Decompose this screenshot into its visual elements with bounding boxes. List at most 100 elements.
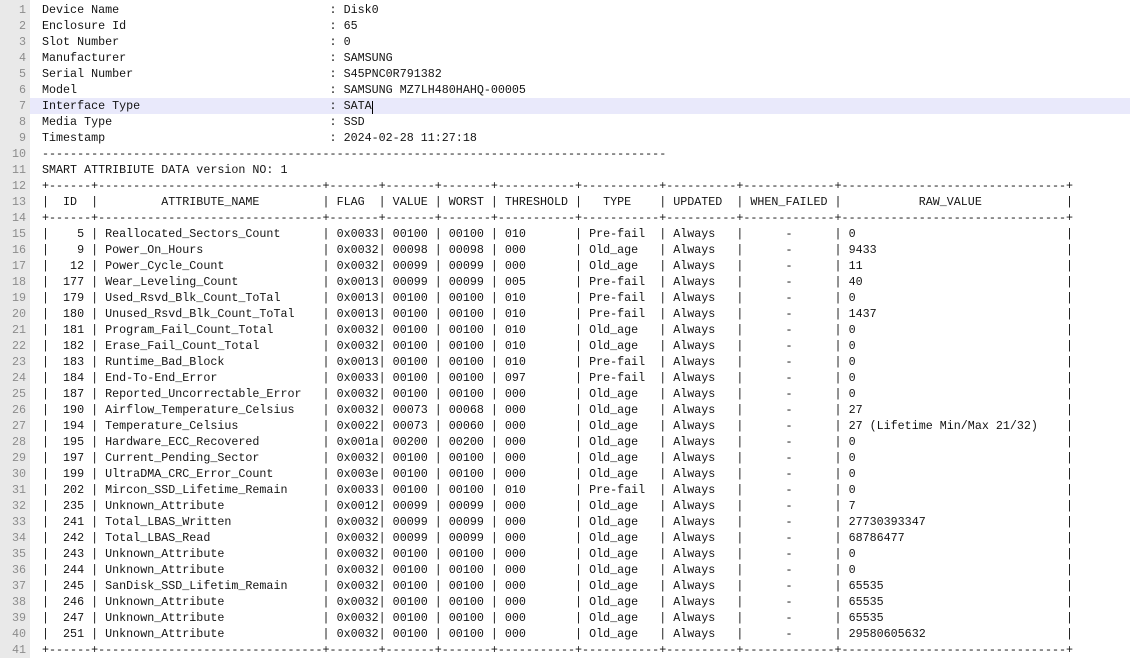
- line-text[interactable]: +------+--------------------------------…: [30, 178, 1130, 194]
- editor-text-area[interactable]: 1Device Name : Disk02Enclosure Id : 653S…: [0, 2, 1130, 658]
- code-line[interactable]: 14+------+------------------------------…: [0, 210, 1130, 226]
- line-number: 4: [0, 50, 30, 66]
- line-number: 15: [0, 226, 30, 242]
- code-line[interactable]: 8Media Type : SSD: [0, 114, 1130, 130]
- line-text[interactable]: | 243 | Unknown_Attribute | 0x0032| 0010…: [30, 546, 1130, 562]
- line-text[interactable]: | 9 | Power_On_Hours | 0x0032| 00098 | 0…: [30, 242, 1130, 258]
- code-line[interactable]: 27| 194 | Temperature_Celsius | 0x0022| …: [0, 418, 1130, 434]
- text-caret: [372, 101, 373, 114]
- code-line[interactable]: 3Slot Number : 0: [0, 34, 1130, 50]
- line-text[interactable]: | 187 | Reported_Uncorrectable_Error | 0…: [30, 386, 1130, 402]
- line-text[interactable]: | 197 | Current_Pending_Sector | 0x0032|…: [30, 450, 1130, 466]
- code-line[interactable]: 4Manufacturer : SAMSUNG: [0, 50, 1130, 66]
- line-text[interactable]: | 195 | Hardware_ECC_Recovered | 0x001a|…: [30, 434, 1130, 450]
- line-number: 35: [0, 546, 30, 562]
- line-number: 27: [0, 418, 30, 434]
- code-line[interactable]: 20| 180 | Unused_Rsvd_Blk_Count_ToTal | …: [0, 306, 1130, 322]
- code-line[interactable]: 9Timestamp : 2024-02-28 11:27:18: [0, 130, 1130, 146]
- line-text[interactable]: | 184 | End-To-End_Error | 0x0033| 00100…: [30, 370, 1130, 386]
- line-text[interactable]: | 251 | Unknown_Attribute | 0x0032| 0010…: [30, 626, 1130, 642]
- line-text[interactable]: | 194 | Temperature_Celsius | 0x0022| 00…: [30, 418, 1130, 434]
- line-text[interactable]: Interface Type : SATA: [30, 98, 1130, 114]
- line-number: 7: [0, 98, 30, 114]
- code-line[interactable]: 7Interface Type : SATA: [0, 98, 1130, 114]
- code-line[interactable]: 17| 12 | Power_Cycle_Count | 0x0032| 000…: [0, 258, 1130, 274]
- line-text[interactable]: Timestamp : 2024-02-28 11:27:18: [30, 130, 1130, 146]
- line-text[interactable]: Serial Number : S45PNC0R791382: [30, 66, 1130, 82]
- line-number: 37: [0, 578, 30, 594]
- line-text[interactable]: | 202 | Mircon_SSD_Lifetime_Remain | 0x0…: [30, 482, 1130, 498]
- line-text[interactable]: Media Type : SSD: [30, 114, 1130, 130]
- line-text[interactable]: | 245 | SanDisk_SSD_Lifetim_Remain | 0x0…: [30, 578, 1130, 594]
- line-text[interactable]: | 12 | Power_Cycle_Count | 0x0032| 00099…: [30, 258, 1130, 274]
- line-text[interactable]: | ID | ATTRIBUTE_NAME | FLAG | VALUE | W…: [30, 194, 1130, 210]
- line-text[interactable]: +------+--------------------------------…: [30, 210, 1130, 226]
- code-line[interactable]: 21| 181 | Program_Fail_Count_Total | 0x0…: [0, 322, 1130, 338]
- code-line[interactable]: 36| 244 | Unknown_Attribute | 0x0032| 00…: [0, 562, 1130, 578]
- line-text[interactable]: Manufacturer : SAMSUNG: [30, 50, 1130, 66]
- code-line[interactable]: 34| 242 | Total_LBAS_Read | 0x0032| 0009…: [0, 530, 1130, 546]
- code-line[interactable]: 1Device Name : Disk0: [0, 2, 1130, 18]
- line-text[interactable]: | 244 | Unknown_Attribute | 0x0032| 0010…: [30, 562, 1130, 578]
- line-text[interactable]: | 190 | Airflow_Temperature_Celsius | 0x…: [30, 402, 1130, 418]
- line-text[interactable]: Slot Number : 0: [30, 34, 1130, 50]
- code-line[interactable]: 41+------+------------------------------…: [0, 642, 1130, 658]
- line-number: 17: [0, 258, 30, 274]
- code-line[interactable]: 10--------------------------------------…: [0, 146, 1130, 162]
- line-text[interactable]: | 183 | Runtime_Bad_Block | 0x0013| 0010…: [30, 354, 1130, 370]
- code-line[interactable]: 25| 187 | Reported_Uncorrectable_Error |…: [0, 386, 1130, 402]
- line-number: 26: [0, 402, 30, 418]
- code-line[interactable]: 30| 199 | UltraDMA_CRC_Error_Count | 0x0…: [0, 466, 1130, 482]
- code-line[interactable]: 15| 5 | Reallocated_Sectors_Count | 0x00…: [0, 226, 1130, 242]
- line-number: 16: [0, 242, 30, 258]
- code-line[interactable]: 29| 197 | Current_Pending_Sector | 0x003…: [0, 450, 1130, 466]
- code-line[interactable]: 23| 183 | Runtime_Bad_Block | 0x0013| 00…: [0, 354, 1130, 370]
- line-number: 12: [0, 178, 30, 194]
- line-text[interactable]: SMART ATTRIBIUTE DATA version NO: 1: [30, 162, 1130, 178]
- line-text[interactable]: Enclosure Id : 65: [30, 18, 1130, 34]
- line-number: 13: [0, 194, 30, 210]
- code-line[interactable]: 28| 195 | Hardware_ECC_Recovered | 0x001…: [0, 434, 1130, 450]
- code-line[interactable]: 13| ID | ATTRIBUTE_NAME | FLAG | VALUE |…: [0, 194, 1130, 210]
- line-text[interactable]: Model : SAMSUNG MZ7LH480HAHQ-00005: [30, 82, 1130, 98]
- line-text[interactable]: | 246 | Unknown_Attribute | 0x0032| 0010…: [30, 594, 1130, 610]
- code-line[interactable]: 16| 9 | Power_On_Hours | 0x0032| 00098 |…: [0, 242, 1130, 258]
- line-number: 34: [0, 530, 30, 546]
- code-line[interactable]: 24| 184 | End-To-End_Error | 0x0033| 001…: [0, 370, 1130, 386]
- line-text[interactable]: | 179 | Used_Rsvd_Blk_Count_ToTal | 0x00…: [30, 290, 1130, 306]
- code-line[interactable]: 26| 190 | Airflow_Temperature_Celsius | …: [0, 402, 1130, 418]
- code-line[interactable]: 19| 179 | Used_Rsvd_Blk_Count_ToTal | 0x…: [0, 290, 1130, 306]
- text-editor[interactable]: 1Device Name : Disk02Enclosure Id : 653S…: [0, 0, 1130, 658]
- code-line[interactable]: 11SMART ATTRIBIUTE DATA version NO: 1: [0, 162, 1130, 178]
- code-line[interactable]: 2Enclosure Id : 65: [0, 18, 1130, 34]
- line-text[interactable]: Device Name : Disk0: [30, 2, 1130, 18]
- line-text[interactable]: | 247 | Unknown_Attribute | 0x0032| 0010…: [30, 610, 1130, 626]
- line-text[interactable]: | 181 | Program_Fail_Count_Total | 0x003…: [30, 322, 1130, 338]
- code-line[interactable]: 32| 235 | Unknown_Attribute | 0x0012| 00…: [0, 498, 1130, 514]
- code-line[interactable]: 6Model : SAMSUNG MZ7LH480HAHQ-00005: [0, 82, 1130, 98]
- code-line[interactable]: 18| 177 | Wear_Leveling_Count | 0x0013| …: [0, 274, 1130, 290]
- line-text[interactable]: | 5 | Reallocated_Sectors_Count | 0x0033…: [30, 226, 1130, 242]
- line-text[interactable]: | 182 | Erase_Fail_Count_Total | 0x0032|…: [30, 338, 1130, 354]
- code-line[interactable]: 40| 251 | Unknown_Attribute | 0x0032| 00…: [0, 626, 1130, 642]
- line-number: 2: [0, 18, 30, 34]
- code-line[interactable]: 39| 247 | Unknown_Attribute | 0x0032| 00…: [0, 610, 1130, 626]
- code-line[interactable]: 37| 245 | SanDisk_SSD_Lifetim_Remain | 0…: [0, 578, 1130, 594]
- line-number: 28: [0, 434, 30, 450]
- line-text[interactable]: | 242 | Total_LBAS_Read | 0x0032| 00099 …: [30, 530, 1130, 546]
- code-line[interactable]: 5Serial Number : S45PNC0R791382: [0, 66, 1130, 82]
- code-line[interactable]: 35| 243 | Unknown_Attribute | 0x0032| 00…: [0, 546, 1130, 562]
- line-text[interactable]: ----------------------------------------…: [30, 146, 1130, 162]
- line-text[interactable]: +------+--------------------------------…: [30, 642, 1130, 658]
- code-line[interactable]: 33| 241 | Total_LBAS_Written | 0x0032| 0…: [0, 514, 1130, 530]
- line-text[interactable]: | 241 | Total_LBAS_Written | 0x0032| 000…: [30, 514, 1130, 530]
- line-text[interactable]: | 180 | Unused_Rsvd_Blk_Count_ToTal | 0x…: [30, 306, 1130, 322]
- code-line[interactable]: 22| 182 | Erase_Fail_Count_Total | 0x003…: [0, 338, 1130, 354]
- code-line[interactable]: 31| 202 | Mircon_SSD_Lifetime_Remain | 0…: [0, 482, 1130, 498]
- line-number: 5: [0, 66, 30, 82]
- line-text[interactable]: | 199 | UltraDMA_CRC_Error_Count | 0x003…: [30, 466, 1130, 482]
- code-line[interactable]: 12+------+------------------------------…: [0, 178, 1130, 194]
- line-text[interactable]: | 235 | Unknown_Attribute | 0x0012| 0009…: [30, 498, 1130, 514]
- code-line[interactable]: 38| 246 | Unknown_Attribute | 0x0032| 00…: [0, 594, 1130, 610]
- line-text[interactable]: | 177 | Wear_Leveling_Count | 0x0013| 00…: [30, 274, 1130, 290]
